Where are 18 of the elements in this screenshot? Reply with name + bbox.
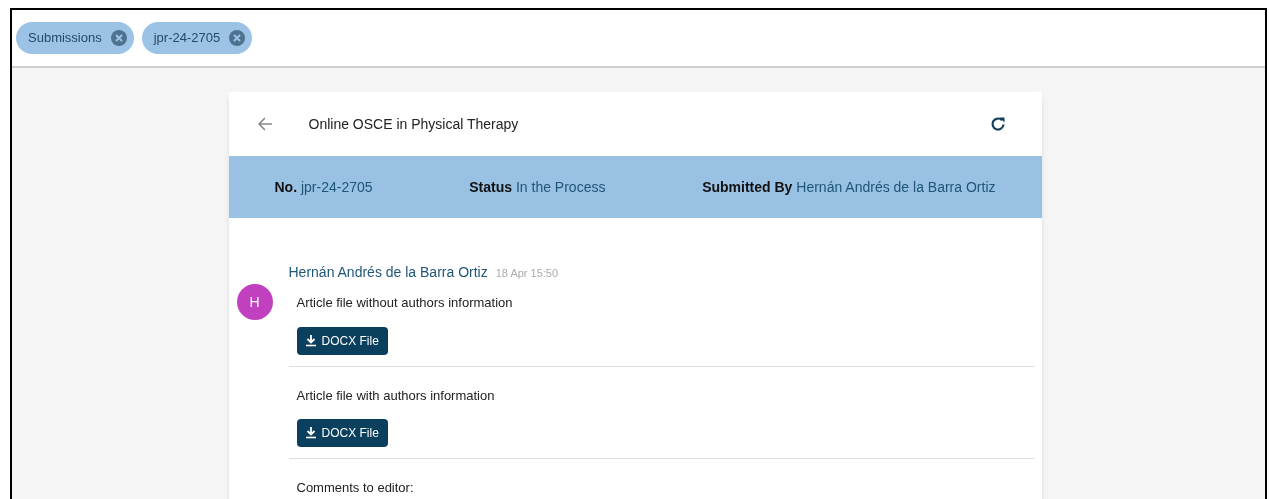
download-icon (305, 427, 316, 439)
close-icon[interactable] (109, 29, 128, 47)
info-field: Status In the Process (469, 176, 606, 198)
section-label: Article file with authors information (296, 386, 496, 405)
download-button[interactable]: DOCX File (296, 419, 388, 447)
close-icon[interactable] (228, 29, 247, 47)
section-label: Comments to editor: (296, 479, 415, 497)
download-icon (305, 334, 316, 347)
timestamp: 18 Apr 15:50 (495, 266, 559, 281)
filter-chip[interactable]: jpr-24-2705 (141, 22, 253, 54)
page-title: Online OSCE in Physical Therapy (308, 114, 519, 134)
author-name: Hernán Andrés de la Barra Ortiz (288, 263, 488, 282)
info-field: Submitted By Hernán Andrés de la Barra Ortiz (702, 176, 996, 198)
section-label: Article file without authors information (296, 294, 514, 312)
avatar: H (236, 284, 273, 320)
info-field: No. jpr-24-2705 (274, 176, 373, 198)
filter-chip[interactable]: Submissions (16, 22, 134, 54)
download-button[interactable]: DOCX File (296, 326, 388, 355)
